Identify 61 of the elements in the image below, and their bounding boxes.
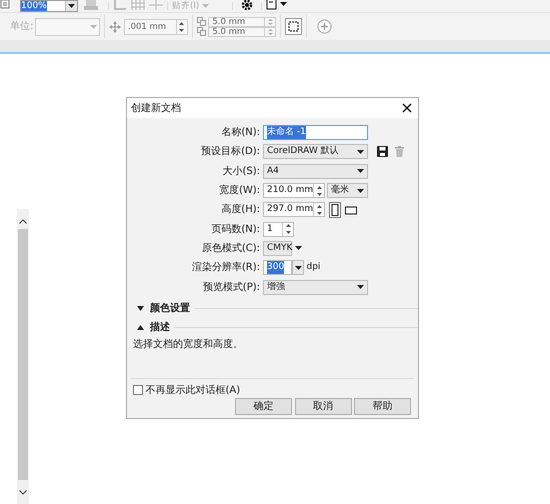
page-layout-icon[interactable] xyxy=(266,0,288,10)
caret-icon xyxy=(202,4,209,8)
name-field[interactable]: 未命名 -1 xyxy=(263,125,368,140)
caret-icon xyxy=(357,169,364,174)
expand-icon[interactable] xyxy=(137,306,144,311)
scroll-down-icon[interactable] xyxy=(19,490,27,495)
selection-frame-icon[interactable] xyxy=(285,18,302,35)
portrait-icon[interactable] xyxy=(329,202,341,218)
number-field[interactable]: 297.0 mm xyxy=(263,202,325,218)
section-header[interactable]: 颜色设置 xyxy=(150,300,190,316)
zoom-field[interactable]: 100% xyxy=(20,0,78,12)
spin-arrows-icon[interactable] xyxy=(179,22,184,32)
field-label: 宽度(W): xyxy=(218,184,261,198)
field-label: 大小(S): xyxy=(221,164,261,179)
caret-icon xyxy=(68,4,75,8)
dropdown-toggle-control[interactable] xyxy=(292,260,304,276)
spin-arrows-icon[interactable] xyxy=(316,186,322,196)
unit-dropdown[interactable]: 毫米 xyxy=(327,183,368,198)
move-icon[interactable] xyxy=(109,20,122,32)
save-icon[interactable] xyxy=(377,146,388,158)
scroll-up-icon[interactable] xyxy=(19,219,27,224)
dialog-button[interactable]: 取消 xyxy=(294,398,352,415)
field-label: 高度(H): xyxy=(220,202,261,218)
spin-arrows-icon[interactable] xyxy=(316,204,322,215)
settings-icon[interactable] xyxy=(241,0,253,11)
duplicate-distance-field[interactable]: 5.0 mm xyxy=(208,26,276,36)
nudge-field[interactable]: .001 mm xyxy=(124,18,188,34)
caret-icon xyxy=(90,24,97,28)
field-label: 页码数(N): xyxy=(210,222,261,237)
dialog-button[interactable]: 确定 xyxy=(235,398,292,415)
field-label: 预览模式(P): xyxy=(202,280,261,295)
dialog-title: 创建新文档 xyxy=(131,102,181,116)
dropdown[interactable]: 增強 xyxy=(263,280,368,295)
spin-arrows-icon[interactable] xyxy=(286,224,290,234)
field-label: 名称(N): xyxy=(220,126,261,140)
dont-show-checkbox[interactable]: 不再显示此对话框(A) xyxy=(127,378,418,398)
number-field[interactable]: 1 xyxy=(263,222,294,237)
caret-icon xyxy=(357,188,364,193)
caret-icon xyxy=(357,150,364,154)
unit-label: dpi xyxy=(306,260,320,274)
dialog-button[interactable]: 帮助 xyxy=(354,398,411,415)
scrollbar-thumb[interactable] xyxy=(18,229,28,480)
duplicate-distance-field[interactable]: 5.0 mm xyxy=(208,16,276,26)
collapse-icon[interactable] xyxy=(137,324,144,330)
number-field[interactable]: 210.0 mm xyxy=(263,183,325,198)
close-icon[interactable] xyxy=(402,103,412,113)
dropdown[interactable]: A4 xyxy=(263,164,368,179)
add-icon[interactable] xyxy=(317,19,332,34)
field-label: 原色模式(C): xyxy=(200,242,261,256)
caret-icon xyxy=(295,246,302,250)
field-label: 渲染分辨率(R): xyxy=(190,260,261,276)
section-header[interactable]: 描述 xyxy=(150,320,170,335)
document-icon[interactable] xyxy=(0,0,10,9)
caret-icon xyxy=(357,285,364,290)
description-text: 选择文档的宽度和高度。 xyxy=(132,338,244,352)
dropdown[interactable]: CorelDRAW 默认 xyxy=(263,144,368,160)
field-label: 预设目标(D): xyxy=(200,144,261,160)
caret-icon xyxy=(294,266,302,270)
resolution-combo[interactable]: 300 xyxy=(263,260,292,276)
units-label: 单位: xyxy=(10,20,34,34)
scrollbar[interactable] xyxy=(17,209,29,504)
